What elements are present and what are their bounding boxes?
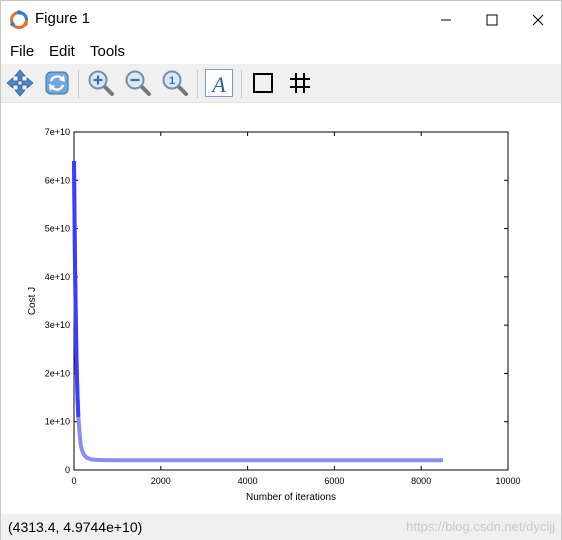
maximize-icon [486, 14, 498, 26]
status-bar: (4313.4, 4.9744e+10) https://blog.csdn.n… [1, 514, 561, 540]
menu-edit[interactable]: Edit [49, 43, 75, 60]
axes-box-icon [253, 73, 273, 93]
minimize-button[interactable] [423, 1, 469, 39]
zoom-out-button[interactable] [122, 67, 154, 99]
x-axis-label: Number of iterations [246, 492, 336, 503]
zoom-reset-icon: 1 [162, 70, 188, 96]
zoom-in-button[interactable] [85, 67, 117, 99]
pan-icon [6, 69, 34, 97]
plot-canvas[interactable]: 0 2000 4000 6000 8000 10000 0 1e+10 2e+10 3e+10 4e… [1, 103, 561, 513]
close-button[interactable] [515, 1, 561, 39]
pan-button[interactable] [4, 67, 36, 99]
y-tick-label: 2e+10 [45, 368, 70, 378]
toolbar-separator [197, 70, 198, 98]
x-tick-label: 6000 [324, 476, 344, 486]
y-tick-label: 5e+10 [45, 224, 70, 234]
toolbar-separator [241, 70, 242, 98]
text-button[interactable]: A [203, 67, 235, 99]
svg-text:1: 1 [169, 75, 175, 87]
window-title: Figure 1 [35, 10, 91, 27]
x-tick-label: 4000 [238, 476, 258, 486]
y-axis-label: Cost J [27, 287, 38, 315]
plot-frame [73, 131, 509, 471]
y-tick-label: 7e+10 [45, 127, 70, 137]
y-tick-label: 4e+10 [45, 272, 70, 282]
y-tick-label: 1e+10 [45, 417, 70, 427]
zoom-reset-button[interactable]: 1 [159, 67, 191, 99]
title-bar[interactable]: Figure 1 [1, 1, 561, 39]
toolbar-separator [78, 70, 79, 98]
minimize-icon [441, 19, 451, 21]
x-tick-label: 8000 [411, 476, 431, 486]
zoom-out-icon [125, 70, 151, 96]
zoom-in-icon [88, 70, 114, 96]
menu-file[interactable]: File [10, 43, 34, 60]
x-tick-label: 2000 [151, 476, 171, 486]
maximize-button[interactable] [469, 1, 515, 39]
octave-app-icon [10, 10, 28, 29]
text-icon: A [205, 69, 233, 97]
menu-bar: File Edit Tools [1, 41, 561, 63]
cursor-coordinates: (4313.4, 4.9744e+10) [8, 519, 143, 535]
menu-tools[interactable]: Tools [90, 43, 125, 60]
svg-text:A: A [210, 72, 226, 97]
grid-icon [290, 73, 310, 93]
cost-chart[interactable]: 0 2000 4000 6000 8000 10000 0 1e+10 2e+10 3e+10 4e… [1, 103, 561, 513]
watermark-text: https://blog.csdn.net/dycljj [406, 519, 555, 534]
x-tick-label: 10000 [495, 476, 520, 486]
axes-box-button[interactable] [247, 67, 279, 99]
grid-button[interactable] [284, 67, 316, 99]
toolbar: 1 A [1, 64, 561, 103]
y-tick-label: 3e+10 [45, 320, 70, 330]
figure-window: Figure 1 File Edit Tools 1 A 0 2000 4000… [0, 0, 562, 540]
x-tick-label: 0 [71, 476, 76, 486]
y-tick-label: 0 [65, 465, 70, 475]
close-icon [532, 14, 544, 26]
rotate-icon [45, 71, 69, 95]
rotate-button[interactable] [41, 67, 73, 99]
y-tick-label: 6e+10 [45, 175, 70, 185]
